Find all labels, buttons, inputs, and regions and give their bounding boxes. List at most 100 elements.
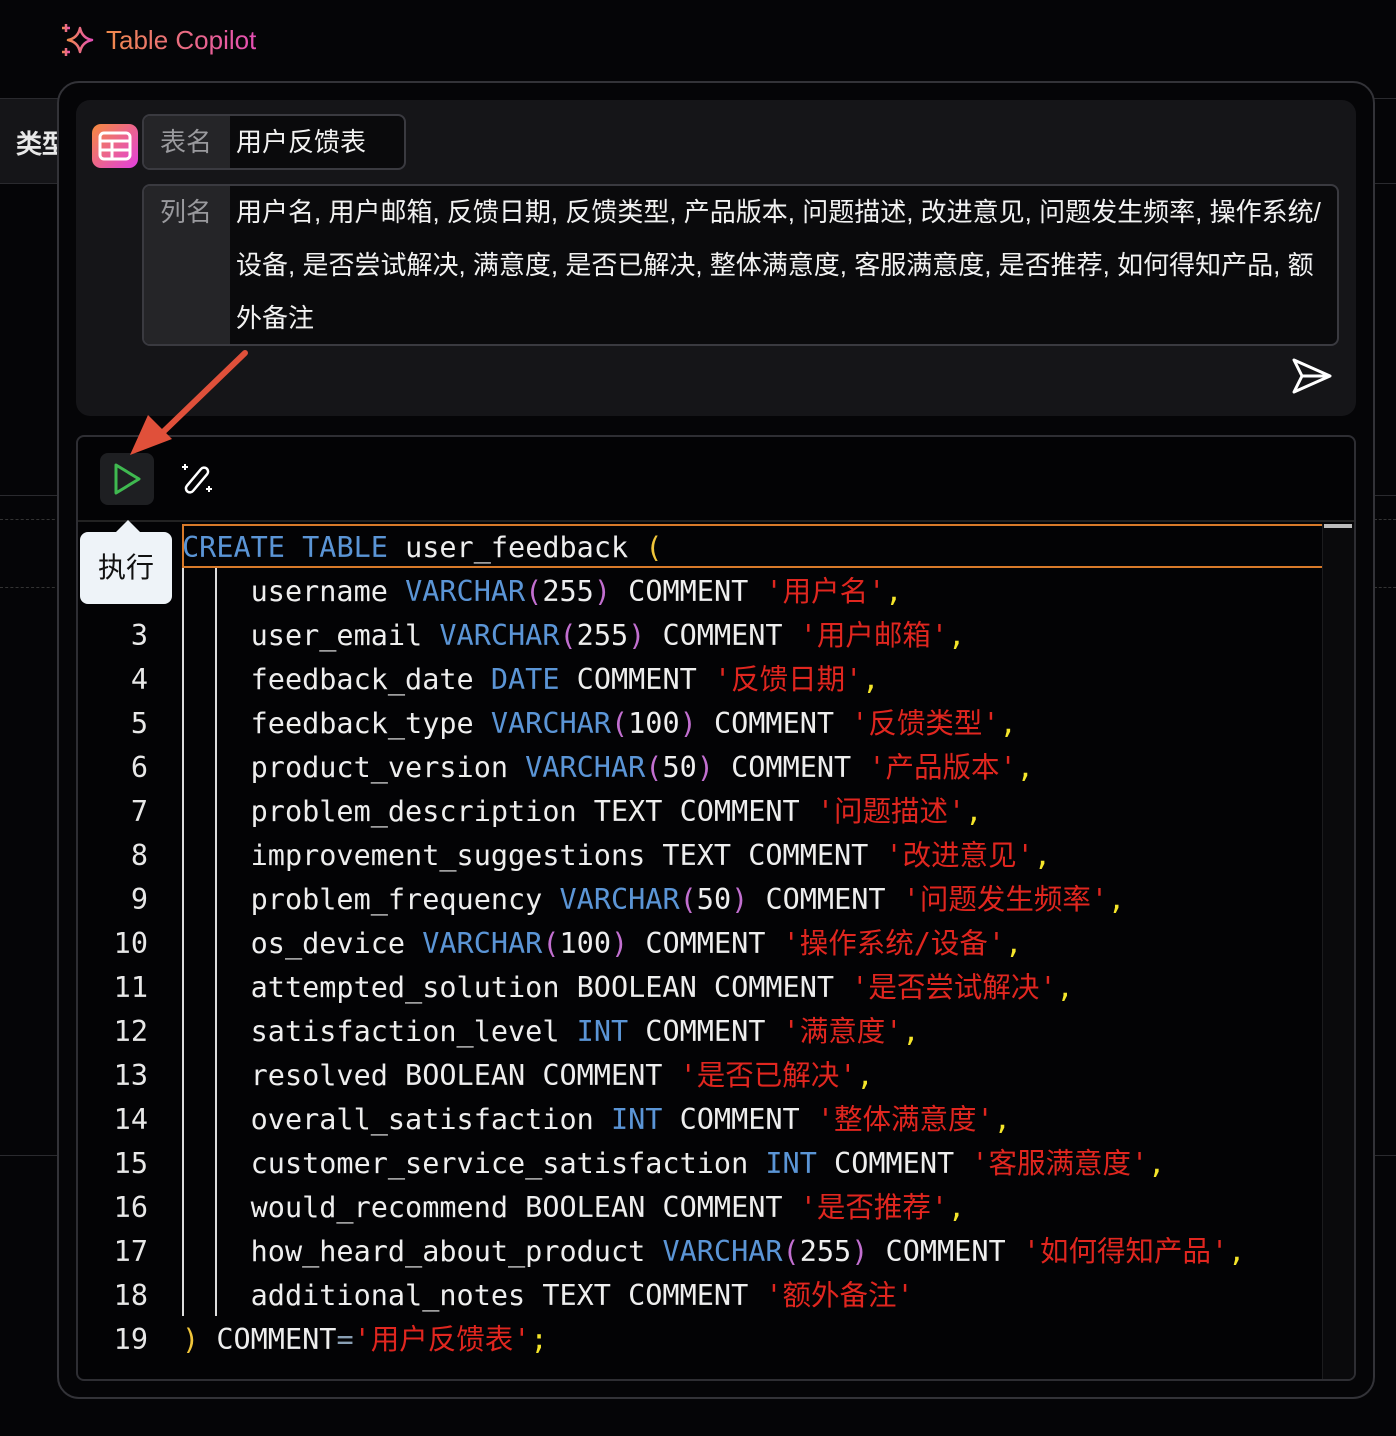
code-token-tx: customer_service_satisfaction	[182, 1147, 766, 1180]
code-token-tx: 255	[542, 575, 594, 608]
code-token-pn: )	[593, 575, 611, 608]
line-number: 16	[113, 1191, 148, 1224]
code-area[interactable]: 1CREATE TABLE user_feedback (2 username …	[78, 524, 1354, 1379]
code-line: username VARCHAR(255) COMMENT '用户名',	[182, 570, 903, 614]
scrollbar[interactable]	[1322, 524, 1354, 1379]
code-token-kw: VARCHAR	[662, 1235, 783, 1268]
code-token-br: (	[645, 531, 663, 564]
code-token-pn: )	[610, 927, 629, 960]
code-line: customer_service_satisfaction INT COMMEN…	[182, 1142, 1166, 1186]
magic-wand-icon	[182, 464, 212, 494]
code-token-tx: COMMENT	[645, 619, 800, 652]
code-token-cm: ,	[856, 1059, 874, 1092]
code-token-tx: COMMENT	[816, 1147, 972, 1180]
sql-editor[interactable]: 1CREATE TABLE user_feedback (2 username …	[76, 435, 1356, 1381]
code-token-kw: VARCHAR	[559, 883, 680, 916]
code-token-pn: (	[645, 751, 663, 784]
line-number: 12	[113, 1015, 148, 1048]
code-line: user_email VARCHAR(255) COMMENT '用户邮箱',	[182, 614, 966, 658]
divider	[1374, 98, 1396, 99]
code-token-kw: VARCHAR	[439, 619, 560, 652]
code-token-cm: ,	[1228, 1235, 1246, 1268]
scrollbar-thumb[interactable]	[1324, 524, 1352, 528]
code-token-tx: feedback_date	[182, 663, 491, 696]
code-line: attempted_solution BOOLEAN COMMENT '是否尝试…	[182, 966, 1074, 1010]
code-token-tx: COMMENT	[696, 707, 852, 740]
send-button[interactable]	[1290, 356, 1334, 401]
code-token-cm: ,	[993, 1103, 1011, 1136]
line-number: 6	[130, 751, 148, 784]
code-line: problem_description TEXT COMMENT '问题描述',	[182, 790, 983, 834]
brand-title: Table Copilot	[106, 24, 257, 55]
code-token-kw: INT	[765, 1147, 817, 1180]
code-token-st: '客服满意度'	[971, 1147, 1149, 1180]
code-token-tx: COMMENT	[199, 1323, 337, 1356]
divider	[1374, 1155, 1396, 1156]
code-token-kw: VARCHAR	[490, 707, 611, 740]
code-token-cm: ,	[1005, 927, 1023, 960]
table-name-field[interactable]: 表名 用户反馈表	[142, 114, 406, 170]
code-token-pn: (	[610, 707, 629, 740]
code-token-kw: VARCHAR	[405, 575, 526, 608]
code-token-pn: )	[731, 883, 749, 916]
columns-label: 列名	[144, 186, 230, 344]
code-token-cm: ,	[1056, 971, 1074, 1004]
code-token-st: '用户邮箱'	[799, 619, 949, 652]
code-token-tx: 100	[559, 927, 611, 960]
code-token-kw: VARCHAR	[525, 751, 646, 784]
code-token-op: =	[336, 1323, 354, 1356]
code-token-br: )	[182, 1323, 200, 1356]
code-token-tx: problem_description TEXT COMMENT	[182, 795, 817, 828]
divider	[1374, 519, 1396, 520]
table-name-input[interactable]: 用户反馈表	[230, 116, 372, 168]
code-token-st: '用户名'	[765, 575, 886, 608]
code-token-st: '是否尝试解决'	[851, 971, 1057, 1004]
code-token-tx: COMMENT	[662, 1103, 817, 1136]
code-token-tx: COMMENT	[868, 1235, 1023, 1268]
code-token-cm: ;	[530, 1323, 548, 1356]
code-token-tx: product_version	[182, 751, 526, 784]
code-token-st: '操作系统/设备'	[782, 927, 1006, 960]
divider	[0, 495, 60, 496]
line-number: 18	[113, 1279, 148, 1312]
background-column-label: 类型	[16, 129, 60, 159]
code-token-tx: would_recommend BOOLEAN COMMENT	[182, 1191, 800, 1224]
code-token-st: '如何得知产品'	[1022, 1235, 1229, 1268]
code-line: os_device VARCHAR(100) COMMENT '操作系统/设备'…	[182, 922, 1023, 966]
code-token-tx: feedback_type	[182, 707, 491, 740]
code-token-tx: how_heard_about_product	[182, 1235, 663, 1268]
columns-field[interactable]: 列名 用户名, 用户邮箱, 反馈日期, 反馈类型, 产品版本, 问题描述, 改进…	[142, 184, 1339, 346]
code-token-cm: ,	[948, 1191, 966, 1224]
code-token-tx: additional_notes TEXT COMMENT	[182, 1279, 766, 1312]
code-token-tx: COMMENT	[559, 663, 714, 696]
code-token-st: '整体满意度'	[816, 1103, 994, 1136]
code-token-tx	[285, 531, 302, 564]
code-token-st: '额外备注'	[765, 1279, 914, 1312]
code-token-st: '问题发生频率'	[902, 883, 1109, 916]
code-token-st: '反馈类型'	[851, 707, 1000, 740]
editor-toolbar	[78, 437, 1354, 522]
code-token-tx: COMMENT	[748, 883, 903, 916]
divider	[0, 519, 60, 520]
code-line: would_recommend BOOLEAN COMMENT '是否推荐',	[182, 1186, 966, 1230]
code-token-pn: (	[559, 619, 577, 652]
code-line: product_version VARCHAR(50) COMMENT '产品版…	[182, 746, 1034, 790]
columns-input[interactable]: 用户名, 用户邮箱, 反馈日期, 反馈类型, 产品版本, 问题描述, 改进意见,…	[230, 186, 1337, 344]
code-line: CREATE TABLE user_feedback (	[182, 526, 662, 570]
code-token-tx: COMMENT	[628, 1015, 783, 1048]
line-number: 3	[130, 619, 148, 652]
code-line: feedback_date DATE COMMENT '反馈日期',	[182, 658, 880, 702]
code-token-pn: )	[679, 707, 697, 740]
magic-wand-button[interactable]	[180, 461, 216, 502]
line-number: 9	[130, 883, 148, 916]
code-token-st: '反馈日期'	[713, 663, 863, 696]
code-token-tx: 50	[696, 883, 732, 916]
code-token-st: '问题描述'	[816, 795, 966, 828]
sparkle-icon	[62, 24, 94, 56]
play-icon	[114, 463, 141, 495]
code-token-tx: 100	[628, 707, 680, 740]
divider	[1374, 183, 1396, 184]
code-token-tx: COMMENT	[628, 927, 783, 960]
code-token-kw: TABLE	[302, 531, 388, 564]
code-token-cm: ,	[1016, 751, 1034, 784]
